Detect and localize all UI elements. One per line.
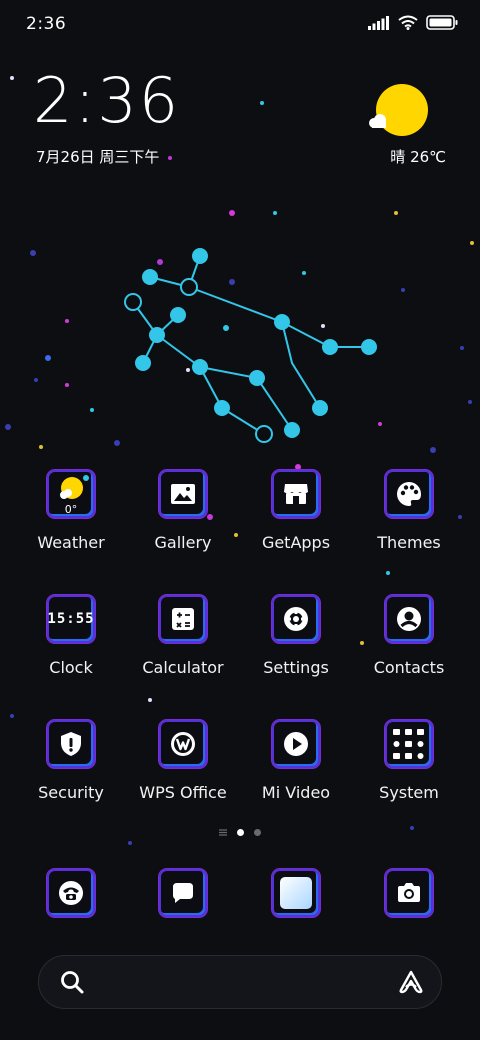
app-getapps[interactable]: GetApps: [241, 469, 351, 552]
folder-icon: [384, 719, 434, 769]
image-icon: [158, 469, 208, 519]
clock-badge: 15:55: [47, 611, 95, 627]
wps-icon: [158, 719, 208, 769]
shield-icon: [46, 719, 96, 769]
page-dot-2[interactable]: [254, 829, 261, 836]
app-label: Settings: [263, 658, 329, 677]
app-label: Mi Video: [261, 783, 331, 802]
clock-widget-date: 7月26日 周三下午: [36, 148, 160, 166]
assistant-icon[interactable]: [397, 969, 425, 995]
app-label: Themes: [377, 533, 441, 552]
browser-icon: [271, 868, 321, 918]
message-icon: [158, 868, 208, 918]
constellation-hollow-stars: [124, 278, 273, 443]
sun-icon: [376, 84, 428, 136]
app-clock[interactable]: 15:55 Clock: [16, 594, 126, 677]
signal-icon: [368, 15, 389, 30]
app-wps-office[interactable]: WPS Office: [128, 719, 238, 802]
status-icons: [368, 15, 458, 30]
app-label: Weather: [37, 533, 105, 552]
contact-icon: [384, 594, 434, 644]
weather-icon: 0°: [46, 469, 96, 519]
status-time: 2:36: [26, 14, 67, 34]
weather-text: 晴 26℃: [390, 148, 446, 166]
phone-icon: [46, 868, 96, 918]
app-label: Contacts: [373, 658, 445, 677]
app-security[interactable]: Security: [16, 719, 126, 802]
menu-lines-icon: [219, 829, 227, 836]
app-label: Security: [38, 783, 104, 802]
constellation-lines: [132, 255, 369, 435]
app-contacts[interactable]: Contacts: [354, 594, 464, 677]
constellation-stars: [135, 248, 377, 438]
page-dot-1[interactable]: [237, 829, 244, 836]
dock-messages[interactable]: [128, 868, 238, 918]
app-system-folder[interactable]: System: [354, 719, 464, 802]
app-label: GetApps: [261, 533, 331, 552]
dock-camera[interactable]: [354, 868, 464, 918]
store-icon: [271, 469, 321, 519]
dock-phone[interactable]: [16, 868, 126, 918]
dock-browser[interactable]: [241, 868, 351, 918]
wifi-icon: [398, 15, 418, 30]
search-icon[interactable]: [59, 969, 85, 995]
app-label: Calculator: [142, 658, 224, 677]
search-bar[interactable]: [38, 955, 442, 1009]
clock-icon: 15:55: [46, 594, 96, 644]
app-mi-video[interactable]: Mi Video: [241, 719, 351, 802]
app-weather[interactable]: 0° Weather: [16, 469, 126, 552]
palette-icon: [384, 469, 434, 519]
cloud-icon: [369, 114, 386, 128]
app-label: Gallery: [154, 533, 212, 552]
calculator-icon: [158, 594, 208, 644]
app-gallery[interactable]: Gallery: [128, 469, 238, 552]
battery-icon: [426, 15, 458, 30]
app-label: System: [379, 783, 439, 802]
app-label: WPS Office: [139, 783, 227, 802]
page-indicator[interactable]: [0, 829, 480, 836]
clock-widget-time[interactable]: 2:36: [33, 70, 180, 132]
weather-badge: 0°: [64, 503, 78, 516]
app-calculator[interactable]: Calculator: [128, 594, 238, 677]
camera-icon: [384, 868, 434, 918]
app-themes[interactable]: Themes: [354, 469, 464, 552]
play-icon: [271, 719, 321, 769]
app-label: Clock: [49, 658, 93, 677]
gear-icon: [271, 594, 321, 644]
app-settings[interactable]: Settings: [241, 594, 351, 677]
